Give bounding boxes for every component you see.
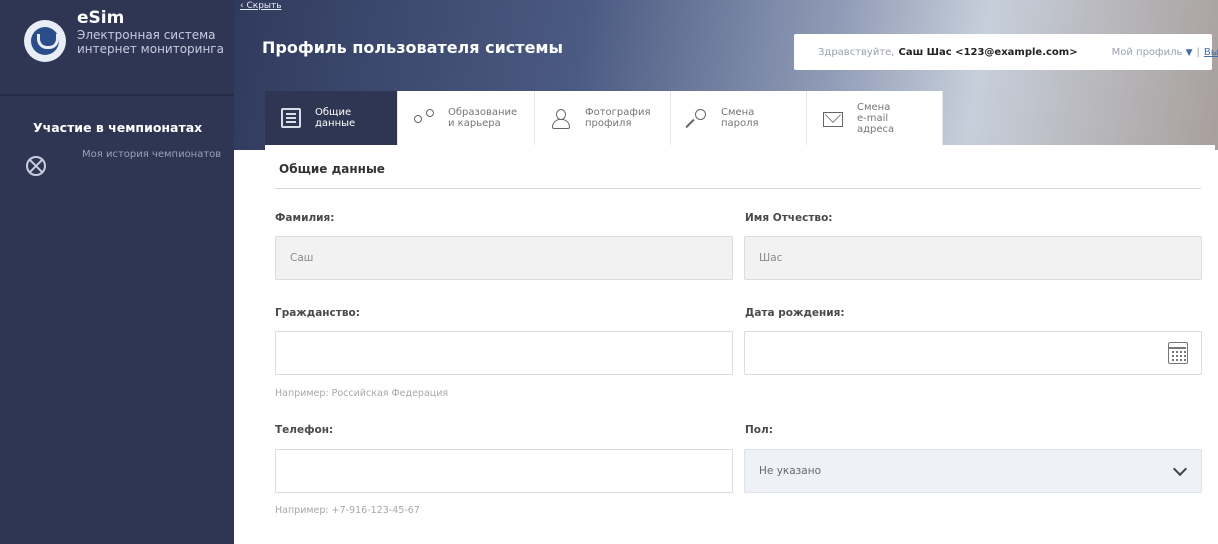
brand-subtitle-line2: интернет мониторинга xyxy=(77,42,224,56)
general-data-form: Общие данные Фамилия: Саш Имя Отчество: … xyxy=(265,145,1215,544)
user-bar: Здравствуйте, Саш Шас <123@example.com> М… xyxy=(794,34,1218,70)
citizenship-label: Гражданство: xyxy=(275,307,360,319)
brand-text: eSim Электронная система интернет монито… xyxy=(77,8,224,96)
citizenship-hint: Например: Российская Федерация xyxy=(275,388,449,399)
logout-link[interactable]: Выход xyxy=(1204,47,1218,58)
calendar-icon[interactable] xyxy=(1168,342,1188,364)
phone-label: Телефон: xyxy=(275,424,334,436)
my-profile-label: Мой профиль xyxy=(1111,46,1183,58)
phone-field[interactable] xyxy=(275,449,733,493)
sidebar-item-label: Моя история чемпионатов xyxy=(82,149,222,160)
last-name-label: Фамилия: xyxy=(275,212,335,224)
first-middle-name-field[interactable]: Шас xyxy=(744,236,1202,280)
tab-change-password[interactable]: Смена пароля xyxy=(671,91,807,145)
chevron-down-icon xyxy=(1172,461,1188,477)
tab-general-data[interactable]: Общие данные xyxy=(265,91,398,145)
share-icon xyxy=(414,108,434,128)
hide-sidebar-link[interactable]: ‹ Скрыть xyxy=(240,1,282,11)
lifebuoy-icon xyxy=(26,156,46,176)
user-name: Саш Шас <123@example.com> xyxy=(898,46,1078,58)
my-profile-menu[interactable]: Мой профиль ▼ xyxy=(1112,47,1193,58)
chevron-down-icon: ▼ xyxy=(1185,47,1193,58)
brand-title: eSim xyxy=(77,8,125,28)
separator: | xyxy=(1196,46,1200,58)
page-title: Профиль пользователя системы xyxy=(262,38,563,57)
section-divider xyxy=(275,188,1201,189)
tab-label: Смена пароля xyxy=(721,107,759,129)
hide-link-label: Скрыть xyxy=(246,1,282,11)
citizenship-field[interactable] xyxy=(275,331,733,375)
document-icon xyxy=(281,108,301,128)
esim-logo-icon xyxy=(24,20,66,62)
person-icon xyxy=(551,108,571,129)
sidebar-divider xyxy=(0,94,234,96)
greeting: Здравствуйте, Саш Шас <123@example.com> xyxy=(818,47,1078,58)
section-title: Общие данные xyxy=(279,162,385,176)
last-name-field[interactable]: Саш xyxy=(275,236,733,280)
brand-subtitle-line1: Электронная система xyxy=(77,28,216,42)
phone-hint: Например: +7-916-123-45-67 xyxy=(275,505,420,516)
profile-tabs: Общие данные Образование и карьера Фотог… xyxy=(265,91,943,145)
tab-education-career[interactable]: Образование и карьера xyxy=(398,91,535,145)
gender-select[interactable]: Не указано xyxy=(744,449,1202,493)
mail-icon xyxy=(823,111,843,127)
tab-change-email[interactable]: Смена e-mail адреса xyxy=(807,91,943,145)
birth-date-field[interactable] xyxy=(744,331,1202,375)
tab-label: Смена e-mail адреса xyxy=(857,101,895,135)
greeting-text: Здравствуйте, xyxy=(818,46,895,58)
tab-label: Общие данные xyxy=(315,107,356,129)
tab-profile-photo[interactable]: Фотография профиля xyxy=(535,91,671,145)
key-icon xyxy=(687,108,707,128)
tab-label: Образование и карьера xyxy=(448,107,518,129)
first-middle-name-label: Имя Отчество: xyxy=(745,212,833,224)
birth-date-label: Дата рождения: xyxy=(745,307,845,319)
brand[interactable]: eSim Электронная система интернет монито… xyxy=(0,0,234,96)
sidebar-item-championship-history[interactable]: Моя история чемпионатов xyxy=(0,146,234,196)
gender-label: Пол: xyxy=(745,424,773,436)
sidebar-heading: Участие в чемпионатах xyxy=(33,120,203,135)
tab-label: Фотография профиля xyxy=(585,107,651,129)
sidebar: eSim Электронная система интернет монито… xyxy=(0,0,234,544)
gender-selected-value: Не указано xyxy=(759,465,821,477)
